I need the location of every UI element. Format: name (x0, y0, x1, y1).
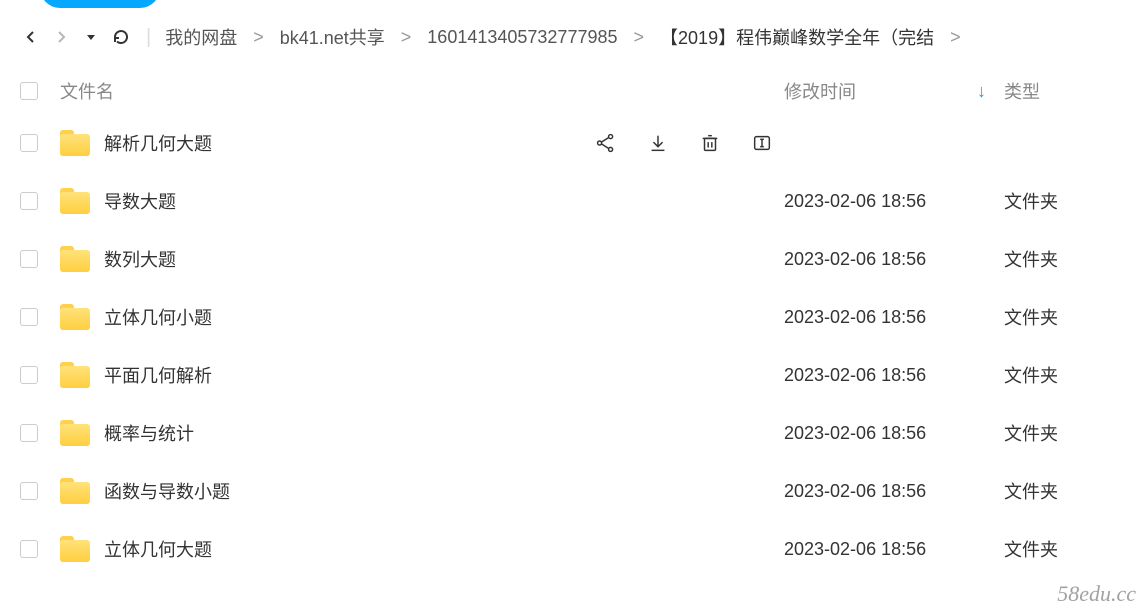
folder-icon (60, 304, 90, 330)
file-type: 文件夹 (1004, 304, 1058, 330)
rename-icon[interactable] (750, 131, 774, 155)
file-row[interactable]: 导数大题 2023-02-06 18:56 文件夹 (0, 172, 1144, 230)
file-row[interactable]: 立体几何小题 2023-02-06 18:56 文件夹 (0, 288, 1144, 346)
file-time: 2023-02-06 18:56 (784, 365, 926, 386)
navigation-bar: | 我的网盘 > bk41.net共享 > 160141340573277798… (0, 0, 1144, 68)
file-type: 文件夹 (1004, 362, 1058, 388)
breadcrumb-root[interactable]: 我的网盘 (165, 24, 237, 50)
column-header-type[interactable]: 类型 (1004, 78, 1124, 104)
file-type: 文件夹 (1004, 536, 1058, 562)
file-name: 立体几何大题 (104, 536, 212, 562)
forward-button[interactable] (50, 26, 72, 48)
row-checkbox[interactable] (20, 366, 38, 384)
watermark: 58edu.cc (1057, 581, 1136, 607)
file-name: 导数大题 (104, 188, 176, 214)
file-type: 文件夹 (1004, 478, 1058, 504)
file-time: 2023-02-06 18:56 (784, 191, 926, 212)
delete-icon[interactable] (698, 131, 722, 155)
file-name: 函数与导数小题 (104, 478, 230, 504)
chevron-right-icon: > (401, 27, 412, 48)
file-type: 文件夹 (1004, 420, 1058, 446)
file-time: 2023-02-06 18:56 (784, 539, 926, 560)
file-row[interactable]: 平面几何解析 2023-02-06 18:56 文件夹 (0, 346, 1144, 404)
row-checkbox[interactable] (20, 192, 38, 210)
folder-icon (60, 420, 90, 446)
folder-icon (60, 478, 90, 504)
file-list: 解析几何大题2023-02-06 18:56文件夹导数大题2023-02-06 … (0, 114, 1144, 578)
chevron-right-icon: > (950, 27, 961, 48)
folder-icon (60, 362, 90, 388)
folder-icon (60, 188, 90, 214)
file-time: 2023-02-06 18:56 (784, 423, 926, 444)
row-checkbox[interactable] (20, 134, 38, 152)
file-row[interactable]: 解析几何大题2023-02-06 18:56文件夹 (0, 114, 1144, 172)
file-time: 2023-02-06 18:56 (784, 249, 926, 270)
file-name: 数列大题 (104, 246, 176, 272)
primary-button-remnant (40, 0, 160, 8)
file-time: 2023-02-06 18:56 (784, 307, 926, 328)
file-name: 解析几何大题 (104, 130, 212, 156)
file-row[interactable]: 数列大题 2023-02-06 18:56 文件夹 (0, 230, 1144, 288)
breadcrumb-item[interactable]: 1601413405732777985 (427, 27, 617, 48)
breadcrumb-item[interactable]: 【2019】程伟巅峰数学全年（完结 (660, 24, 934, 50)
folder-icon (60, 246, 90, 272)
folder-icon (60, 130, 90, 156)
file-row[interactable]: 概率与统计 2023-02-06 18:56 文件夹 (0, 404, 1144, 462)
download-icon[interactable] (646, 131, 670, 155)
chevron-right-icon: > (634, 27, 645, 48)
row-checkbox[interactable] (20, 424, 38, 442)
row-checkbox[interactable] (20, 250, 38, 268)
file-row[interactable]: 立体几何大题 2023-02-06 18:56 文件夹 (0, 520, 1144, 578)
row-checkbox[interactable] (20, 308, 38, 326)
column-header-time[interactable]: 修改时间 ↓ (784, 78, 1004, 104)
breadcrumb-item[interactable]: bk41.net共享 (280, 24, 385, 50)
file-type: 文件夹 (1004, 188, 1058, 214)
refresh-button[interactable] (110, 26, 132, 48)
dropdown-icon[interactable] (80, 26, 102, 48)
row-actions (594, 131, 774, 155)
share-icon[interactable] (594, 131, 618, 155)
file-row[interactable]: 函数与导数小题 2023-02-06 18:56 文件夹 (0, 462, 1144, 520)
file-name: 概率与统计 (104, 420, 194, 446)
chevron-right-icon: > (253, 27, 264, 48)
row-checkbox[interactable] (20, 540, 38, 558)
column-header-name[interactable]: 文件名 (60, 78, 784, 104)
sort-descending-icon: ↓ (977, 81, 986, 102)
file-name: 立体几何小题 (104, 304, 212, 330)
column-header-row: 文件名 修改时间 ↓ 类型 (0, 68, 1144, 114)
file-time: 2023-02-06 18:56 (784, 481, 926, 502)
back-button[interactable] (20, 26, 42, 48)
file-name: 平面几何解析 (104, 362, 212, 388)
divider: | (146, 26, 151, 49)
folder-icon (60, 536, 90, 562)
row-checkbox[interactable] (20, 482, 38, 500)
select-all-checkbox[interactable] (20, 82, 38, 100)
file-type: 文件夹 (1004, 246, 1058, 272)
